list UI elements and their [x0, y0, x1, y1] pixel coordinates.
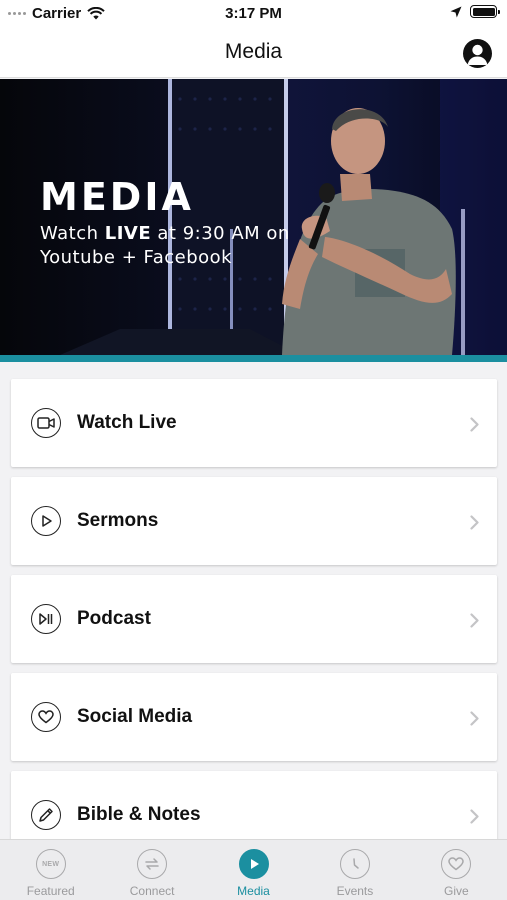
- tab-connect[interactable]: Connect: [101, 840, 202, 900]
- hero-banner: MEDIA Watch LIVE at 9:30 AM on Youtube +…: [0, 79, 507, 355]
- tab-label: Media: [237, 884, 270, 898]
- play-icon: [31, 506, 61, 536]
- hero-subtitle-line2: Youtube + Facebook: [40, 247, 233, 268]
- chevron-right-icon: [470, 515, 479, 530]
- tab-featured[interactable]: NEW Featured: [0, 840, 101, 900]
- menu-item-label: Sermons: [77, 510, 159, 531]
- hero-line1-suffix: at 9:30 AM on: [151, 223, 290, 244]
- hero-line1-bold: LIVE: [104, 223, 152, 244]
- heart-icon: [441, 849, 472, 879]
- new-badge-icon: NEW: [35, 849, 66, 879]
- pencil-icon: [31, 800, 61, 830]
- hero-accent-bar: [0, 355, 507, 362]
- play-pause-icon: [31, 604, 61, 634]
- swap-arrows-icon: [137, 849, 168, 879]
- heart-icon: [31, 702, 61, 732]
- tab-label: Featured: [26, 884, 75, 898]
- menu-item-label: Social Media: [77, 706, 193, 727]
- location-arrow-icon: [450, 6, 462, 17]
- chevron-right-icon: [470, 417, 479, 432]
- hero-title: MEDIA: [40, 175, 194, 219]
- tab-label: Connect: [129, 884, 175, 898]
- nav-bar: Media: [0, 28, 507, 78]
- clock-icon: [339, 849, 370, 879]
- tab-events[interactable]: Events: [304, 840, 405, 900]
- hero-line1-prefix: Watch: [40, 223, 105, 244]
- menu-item-label: Watch Live: [77, 412, 177, 433]
- chevron-right-icon: [470, 809, 479, 824]
- profile-button[interactable]: [463, 39, 492, 68]
- media-menu-list: Watch Live Sermons Podcast Social Media …: [11, 379, 497, 869]
- tab-give[interactable]: Give: [406, 840, 507, 900]
- hero-subtitle-line1: Watch LIVE at 9:30 AM on: [40, 223, 290, 244]
- menu-item-sermons[interactable]: Sermons: [11, 477, 497, 565]
- menu-item-watch-live[interactable]: Watch Live: [11, 379, 497, 467]
- menu-item-label: Podcast: [77, 608, 151, 629]
- tab-bar: NEW Featured Connect Media Events Give: [0, 839, 507, 900]
- page-title: Media: [224, 40, 283, 63]
- status-bar: Carrier 3:17 PM: [0, 0, 507, 28]
- user-avatar-icon: [467, 44, 488, 65]
- chevron-right-icon: [470, 711, 479, 726]
- play-icon: [238, 849, 269, 879]
- battery-icon: [470, 5, 500, 18]
- menu-item-social-media[interactable]: Social Media: [11, 673, 497, 761]
- tab-media[interactable]: Media: [203, 840, 304, 900]
- status-right-group: [450, 5, 500, 18]
- video-camera-icon: [31, 408, 61, 438]
- menu-item-label: Bible & Notes: [77, 804, 201, 825]
- tab-label: Give: [443, 884, 469, 898]
- menu-item-podcast[interactable]: Podcast: [11, 575, 497, 663]
- status-time: 3:17 PM: [225, 5, 282, 22]
- chevron-right-icon: [470, 613, 479, 628]
- new-badge-text: NEW: [42, 860, 60, 868]
- tab-label: Events: [336, 884, 374, 898]
